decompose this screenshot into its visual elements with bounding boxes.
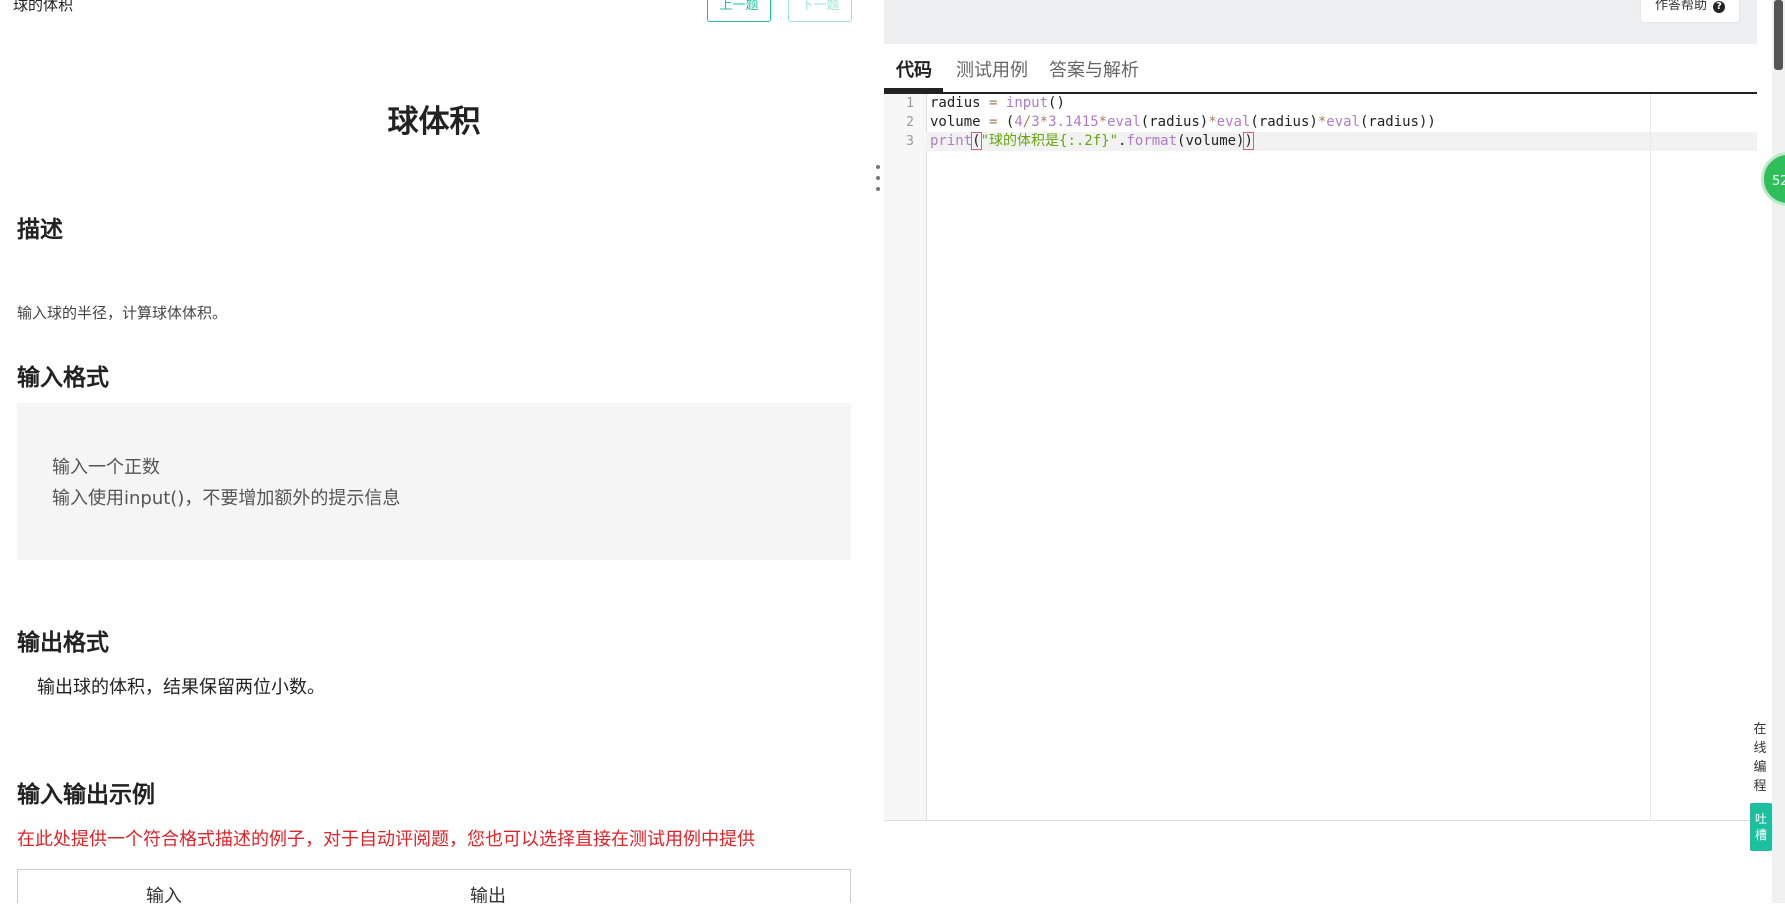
- output-console: [884, 820, 1757, 904]
- next-problem-button[interactable]: 下一题: [788, 0, 852, 22]
- output-format-heading: 输出格式: [17, 630, 109, 656]
- page-scrollbar[interactable]: [1772, 0, 1785, 903]
- example-heading: 输入输出示例: [17, 782, 155, 808]
- table-header-input: 输入: [146, 886, 182, 903]
- input-format-line: 输入使用input()，不要增加额外的提示信息: [52, 488, 401, 509]
- online-coding-label[interactable]: 在 线 编 程: [1748, 720, 1772, 796]
- code-line[interactable]: radius = input(): [930, 94, 1065, 113]
- active-tab-indicator: [884, 88, 943, 92]
- code-line[interactable]: volume = (4/3*3.1415*eval(radius)*eval(r…: [930, 113, 1436, 132]
- description-heading: 描述: [17, 217, 63, 243]
- example-table: 输入 输出: [17, 869, 851, 903]
- description-text: 输入球的半径，计算球体体积。: [17, 304, 228, 322]
- line-number: 2: [906, 115, 914, 130]
- table-header-output: 输出: [470, 886, 506, 903]
- editor-tabs: 代码 测试用例 答案与解析: [884, 44, 1757, 94]
- output-format-text: 输出球的体积，结果保留两位小数。: [37, 677, 325, 698]
- print-margin: [1650, 94, 1651, 820]
- scrollbar-thumb[interactable]: [1774, 0, 1783, 70]
- example-note: 在此处提供一个符合格式描述的例子，对于自动评阅题，您也可以选择直接在测试用例中提…: [17, 829, 755, 850]
- input-format-line: 输入一个正数: [52, 457, 160, 478]
- line-gutter: 1 2 3: [884, 94, 927, 820]
- progress-badge[interactable]: 52: [1761, 152, 1785, 206]
- problem-title: 球体积: [387, 104, 481, 140]
- breadcrumb: 球的体积: [13, 0, 74, 14]
- question-circle-icon: ?: [1713, 1, 1725, 13]
- editor-toolbar: 作答帮助?: [884, 0, 1757, 44]
- help-button[interactable]: 作答帮助?: [1640, 0, 1739, 22]
- pane-resize-handle[interactable]: [876, 165, 880, 198]
- code-editor[interactable]: 1 2 3 radius = input() volume = (4/3*3.1…: [884, 94, 1757, 820]
- help-label: 作答帮助: [1654, 0, 1707, 13]
- input-format-heading: 输入格式: [17, 365, 109, 391]
- line-number: 3: [906, 134, 914, 149]
- tab-code[interactable]: 代码: [896, 56, 932, 82]
- input-format-box: 输入一个正数 输入使用input()，不要增加额外的提示信息: [17, 403, 851, 560]
- tab-answer-analysis[interactable]: 答案与解析: [1049, 56, 1139, 82]
- problem-pane: 球的体积 上一题 下一题 球体积 描述 输入球的半径，计算球体体积。 输入格式 …: [0, 0, 878, 903]
- line-number: 1: [906, 96, 914, 111]
- prev-problem-button[interactable]: 上一题: [707, 0, 771, 22]
- code-line[interactable]: print("球的体积是{:.2f}".format(volume)): [930, 132, 1254, 151]
- tab-test-cases[interactable]: 测试用例: [956, 56, 1028, 82]
- editor-pane: 作答帮助? 代码 测试用例 答案与解析 1 2 3 radius = input…: [884, 0, 1757, 904]
- feedback-button[interactable]: 吐 槽: [1750, 803, 1772, 851]
